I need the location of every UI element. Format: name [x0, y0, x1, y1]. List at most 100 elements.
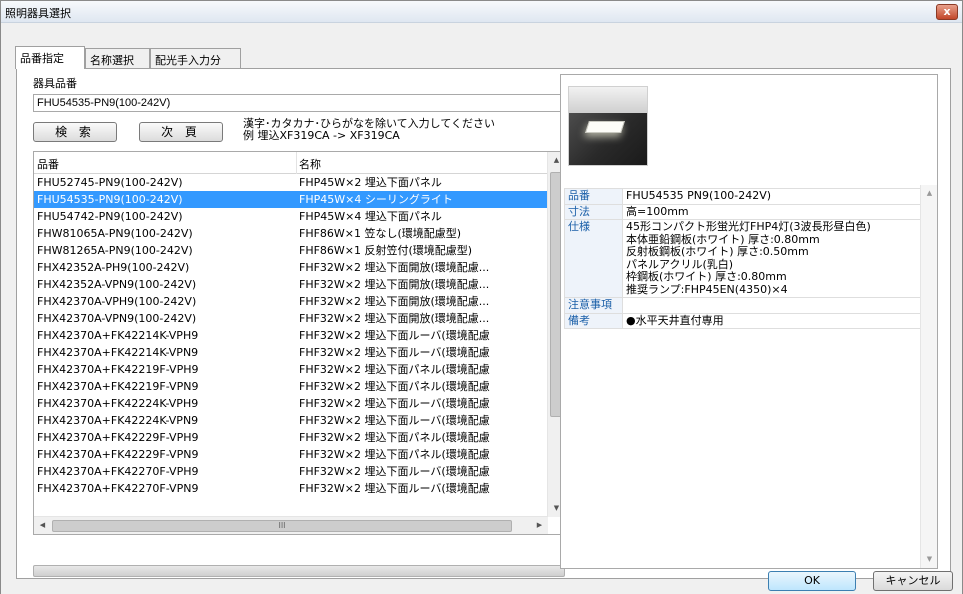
scroll-left-icon[interactable]: ◀	[34, 517, 51, 534]
detail-vertical-scrollbar[interactable]: ▲ ▼	[920, 185, 937, 568]
spec-value-line: 反射板鋼板(ホワイト) 厚さ:0.50mm	[626, 245, 809, 258]
cell-product-number: FHX42370A+FK42214K-VPH9	[37, 329, 199, 342]
spec-value: 高=100mm	[622, 203, 926, 220]
list-row[interactable]: FHX42352A-PH9(100-242V) FHF32W×2 埋込下面開放(環…	[34, 259, 548, 276]
cell-name: FHF32W×2 埋込下面ルーバ(環境配慮	[299, 465, 490, 478]
list-row[interactable]: FHW81065A-PN9(100-242V) FHF86W×1 笠なし(環境配慮…	[34, 225, 548, 242]
cell-product-number: FHX42352A-VPN9(100-242V)	[37, 278, 197, 291]
list-row[interactable]: FHX42370A+FK42219F-VPN9 FHF32W×2 埋込下面パネル(…	[34, 378, 548, 395]
list-row[interactable]: FHX42352A-VPN9(100-242V) FHF32W×2 埋込下面開放(…	[34, 276, 548, 293]
cell-product-number: FHX42370A-VPN9(100-242V)	[37, 312, 197, 325]
cell-product-number: FHX42370A+FK42229F-VPH9	[37, 431, 199, 444]
cell-product-number: FHX42370A+FK42219F-VPN9	[37, 380, 199, 393]
cell-name: FHF86W×1 反射笠付(環境配慮型)	[299, 244, 473, 257]
list-row[interactable]: FHX42370A+FK42270F-VPH9 FHF32W×2 埋込下面ルーバ(…	[34, 463, 548, 480]
column-separator[interactable]	[296, 152, 297, 174]
scroll-thumb-horizontal[interactable]: III	[52, 520, 512, 532]
list-row[interactable]: FHU52745-PN9(100-242V) FHP45W×2 埋込下面パネル	[34, 174, 548, 191]
cell-name: FHF32W×2 埋込下面パネル(環境配慮	[299, 448, 490, 461]
cell-name: FHF32W×2 埋込下面開放(環境配慮...	[299, 278, 490, 291]
list-row[interactable]: FHX42370A+FK42219F-VPH9 FHF32W×2 埋込下面パネル(…	[34, 361, 548, 378]
product-number-input[interactable]	[33, 94, 565, 112]
spec-value-line	[626, 299, 922, 311]
list-row[interactable]: FHX42370A-VPH9(100-242V) FHF32W×2 埋込下面開放(…	[34, 293, 548, 310]
spec-row: 備考 ●水平天井直付専用	[564, 312, 926, 329]
spec-table: 品番 FHU54535 PN9(100-242V) 寸法 高=100mm 仕様 45形コン…	[564, 188, 926, 329]
cell-product-number: FHX42370A+FK42219F-VPH9	[37, 363, 199, 376]
product-list[interactable]: 品番 名称 FHU52745-PN9(100-242V) FHP45W×2 埋込下…	[33, 151, 565, 535]
ok-button[interactable]: OK	[768, 571, 856, 591]
column-header-name[interactable]: 名称	[299, 156, 321, 172]
close-button[interactable]: x	[936, 4, 958, 20]
tab-panel: 器具品番 検 索 次 頁 漢字･カタカナ･ひらがなを除いて入力してください 例 …	[16, 68, 951, 579]
list-row[interactable]: FHU54742-PN9(100-242V) FHP45W×4 埋込下面パネル	[34, 208, 548, 225]
list-rows: FHU52745-PN9(100-242V) FHP45W×2 埋込下面パネル FH…	[34, 174, 548, 516]
spec-key: 仕様	[564, 219, 623, 298]
scroll-right-icon[interactable]: ▶	[531, 517, 548, 534]
next-page-button[interactable]: 次 頁	[139, 122, 223, 142]
spec-value: 45形コンパクト形蛍光灯FHP4灯(3波長形昼白色) 本体亜鉛鋼板(ホワイト) 厚…	[622, 219, 926, 298]
lighting-fixture-dialog: 照明器具選択 x 品番指定 名称選択 配光手入力分 器具品番 検 索 次 頁 漢…	[0, 0, 963, 594]
list-row[interactable]: FHU54535-PN9(100-242V) FHP45W×4 シーリングライト	[34, 191, 548, 208]
cell-name: FHF32W×2 埋込下面開放(環境配慮...	[299, 261, 490, 274]
tab-product-number[interactable]: 品番指定	[15, 46, 85, 69]
list-row[interactable]: FHX42370A-VPN9(100-242V) FHF32W×2 埋込下面開放(…	[34, 310, 548, 327]
spec-value-line: 高=100mm	[626, 204, 689, 218]
cell-name: FHF32W×2 埋込下面開放(環境配慮...	[299, 312, 490, 325]
cell-name: FHP45W×4 埋込下面パネル	[299, 210, 442, 223]
list-row[interactable]: FHX42370A+FK42229F-VPH9 FHF32W×2 埋込下面パネル(…	[34, 429, 548, 446]
cell-product-number: FHX42370A+FK42224K-VPN9	[37, 414, 199, 427]
ceiling-light-icon	[585, 121, 625, 133]
product-number-label: 器具品番	[33, 77, 77, 90]
cell-name: FHF32W×2 埋込下面ルーバ(環境配慮	[299, 482, 490, 495]
tab-manual-light-distribution[interactable]: 配光手入力分	[150, 48, 241, 68]
cell-product-number: FHX42370A+FK42224K-VPH9	[37, 397, 199, 410]
tab-label: 配光手入力分	[155, 54, 221, 67]
cell-product-number: FHX42370A+FK42229F-VPN9	[37, 448, 199, 461]
spec-value: ●水平天井直付専用	[622, 312, 926, 329]
cell-product-number: FHU54535-PN9(100-242V)	[37, 193, 183, 206]
progress-bar	[33, 565, 565, 577]
cell-name: FHF32W×2 埋込下面ルーバ(環境配慮	[299, 397, 490, 410]
cell-product-number: FHW81065A-PN9(100-242V)	[37, 227, 193, 240]
list-row[interactable]: FHX42370A+FK42224K-VPH9 FHF32W×2 埋込下面ルーバ(…	[34, 395, 548, 412]
list-row[interactable]: FHX42370A+FK42214K-VPN9 FHF32W×2 埋込下面ルーバ(…	[34, 344, 548, 361]
scroll-down-icon[interactable]: ▼	[921, 551, 937, 568]
search-button[interactable]: 検 索	[33, 122, 117, 142]
input-hint: 漢字･カタカナ･ひらがなを除いて入力してください 例 埋込XF319CA -> …	[243, 118, 495, 142]
tab-label: 名称選択	[90, 54, 134, 67]
spec-row: 注意事項	[564, 297, 926, 314]
column-header-product-number[interactable]: 品番	[37, 156, 59, 172]
spec-value-line: 45形コンパクト形蛍光灯FHP4灯(3波長形昼白色)	[626, 220, 871, 233]
cell-name: FHF32W×2 埋込下面ルーバ(環境配慮	[299, 414, 490, 427]
photo-ceiling	[569, 87, 647, 113]
window-title: 照明器具選択	[5, 7, 71, 20]
tab-name-select[interactable]: 名称選択	[85, 48, 150, 68]
cell-name: FHP45W×4 シーリングライト	[299, 193, 453, 206]
cell-name: FHF32W×2 埋込下面ルーバ(環境配慮	[299, 346, 490, 359]
spec-value-line: FHU54535 PN9(100-242V)	[626, 189, 772, 202]
list-row[interactable]: FHX42370A+FK42224K-VPN9 FHF32W×2 埋込下面ルーバ(…	[34, 412, 548, 429]
list-row[interactable]: FHX42370A+FK42214K-VPH9 FHF32W×2 埋込下面ルーバ(…	[34, 327, 548, 344]
spec-value-line: ●水平天井直付専用	[626, 313, 724, 327]
cell-name: FHF32W×2 埋込下面パネル(環境配慮	[299, 380, 490, 393]
cell-name: FHF32W×2 埋込下面パネル(環境配慮	[299, 363, 490, 376]
cell-product-number: FHX42352A-PH9(100-242V)	[37, 261, 190, 274]
title-bar: 照明器具選択 x	[1, 1, 962, 23]
close-icon: x	[943, 5, 951, 18]
list-horizontal-scrollbar[interactable]: ◀ III ▶	[34, 516, 548, 534]
spec-key: 備考	[564, 312, 623, 329]
list-row[interactable]: FHW81265A-PN9(100-242V) FHF86W×1 反射笠付(環境配…	[34, 242, 548, 259]
scroll-up-icon[interactable]: ▲	[921, 185, 937, 202]
spec-value	[622, 297, 926, 314]
list-row[interactable]: FHX42370A+FK42229F-VPN9 FHF32W×2 埋込下面パネル(…	[34, 446, 548, 463]
cancel-button[interactable]: キャンセル	[873, 571, 953, 591]
cell-product-number: FHU54742-PN9(100-242V)	[37, 210, 183, 223]
cell-product-number: FHU52745-PN9(100-242V)	[37, 176, 183, 189]
grip-icon: III	[278, 521, 286, 530]
list-row[interactable]: FHX42370A+FK42270F-VPN9 FHF32W×2 埋込下面ルーバ(…	[34, 480, 548, 497]
spec-key: 注意事項	[564, 297, 623, 314]
spec-value-line: 推奨ランプ:FHP45EN(4350)×4	[626, 282, 788, 296]
spec-row: 仕様 45形コンパクト形蛍光灯FHP4灯(3波長形昼白色) 本体亜鉛鋼板(ホワイト)…	[564, 219, 926, 298]
spec-row: 品番 FHU54535 PN9(100-242V)	[564, 188, 926, 205]
